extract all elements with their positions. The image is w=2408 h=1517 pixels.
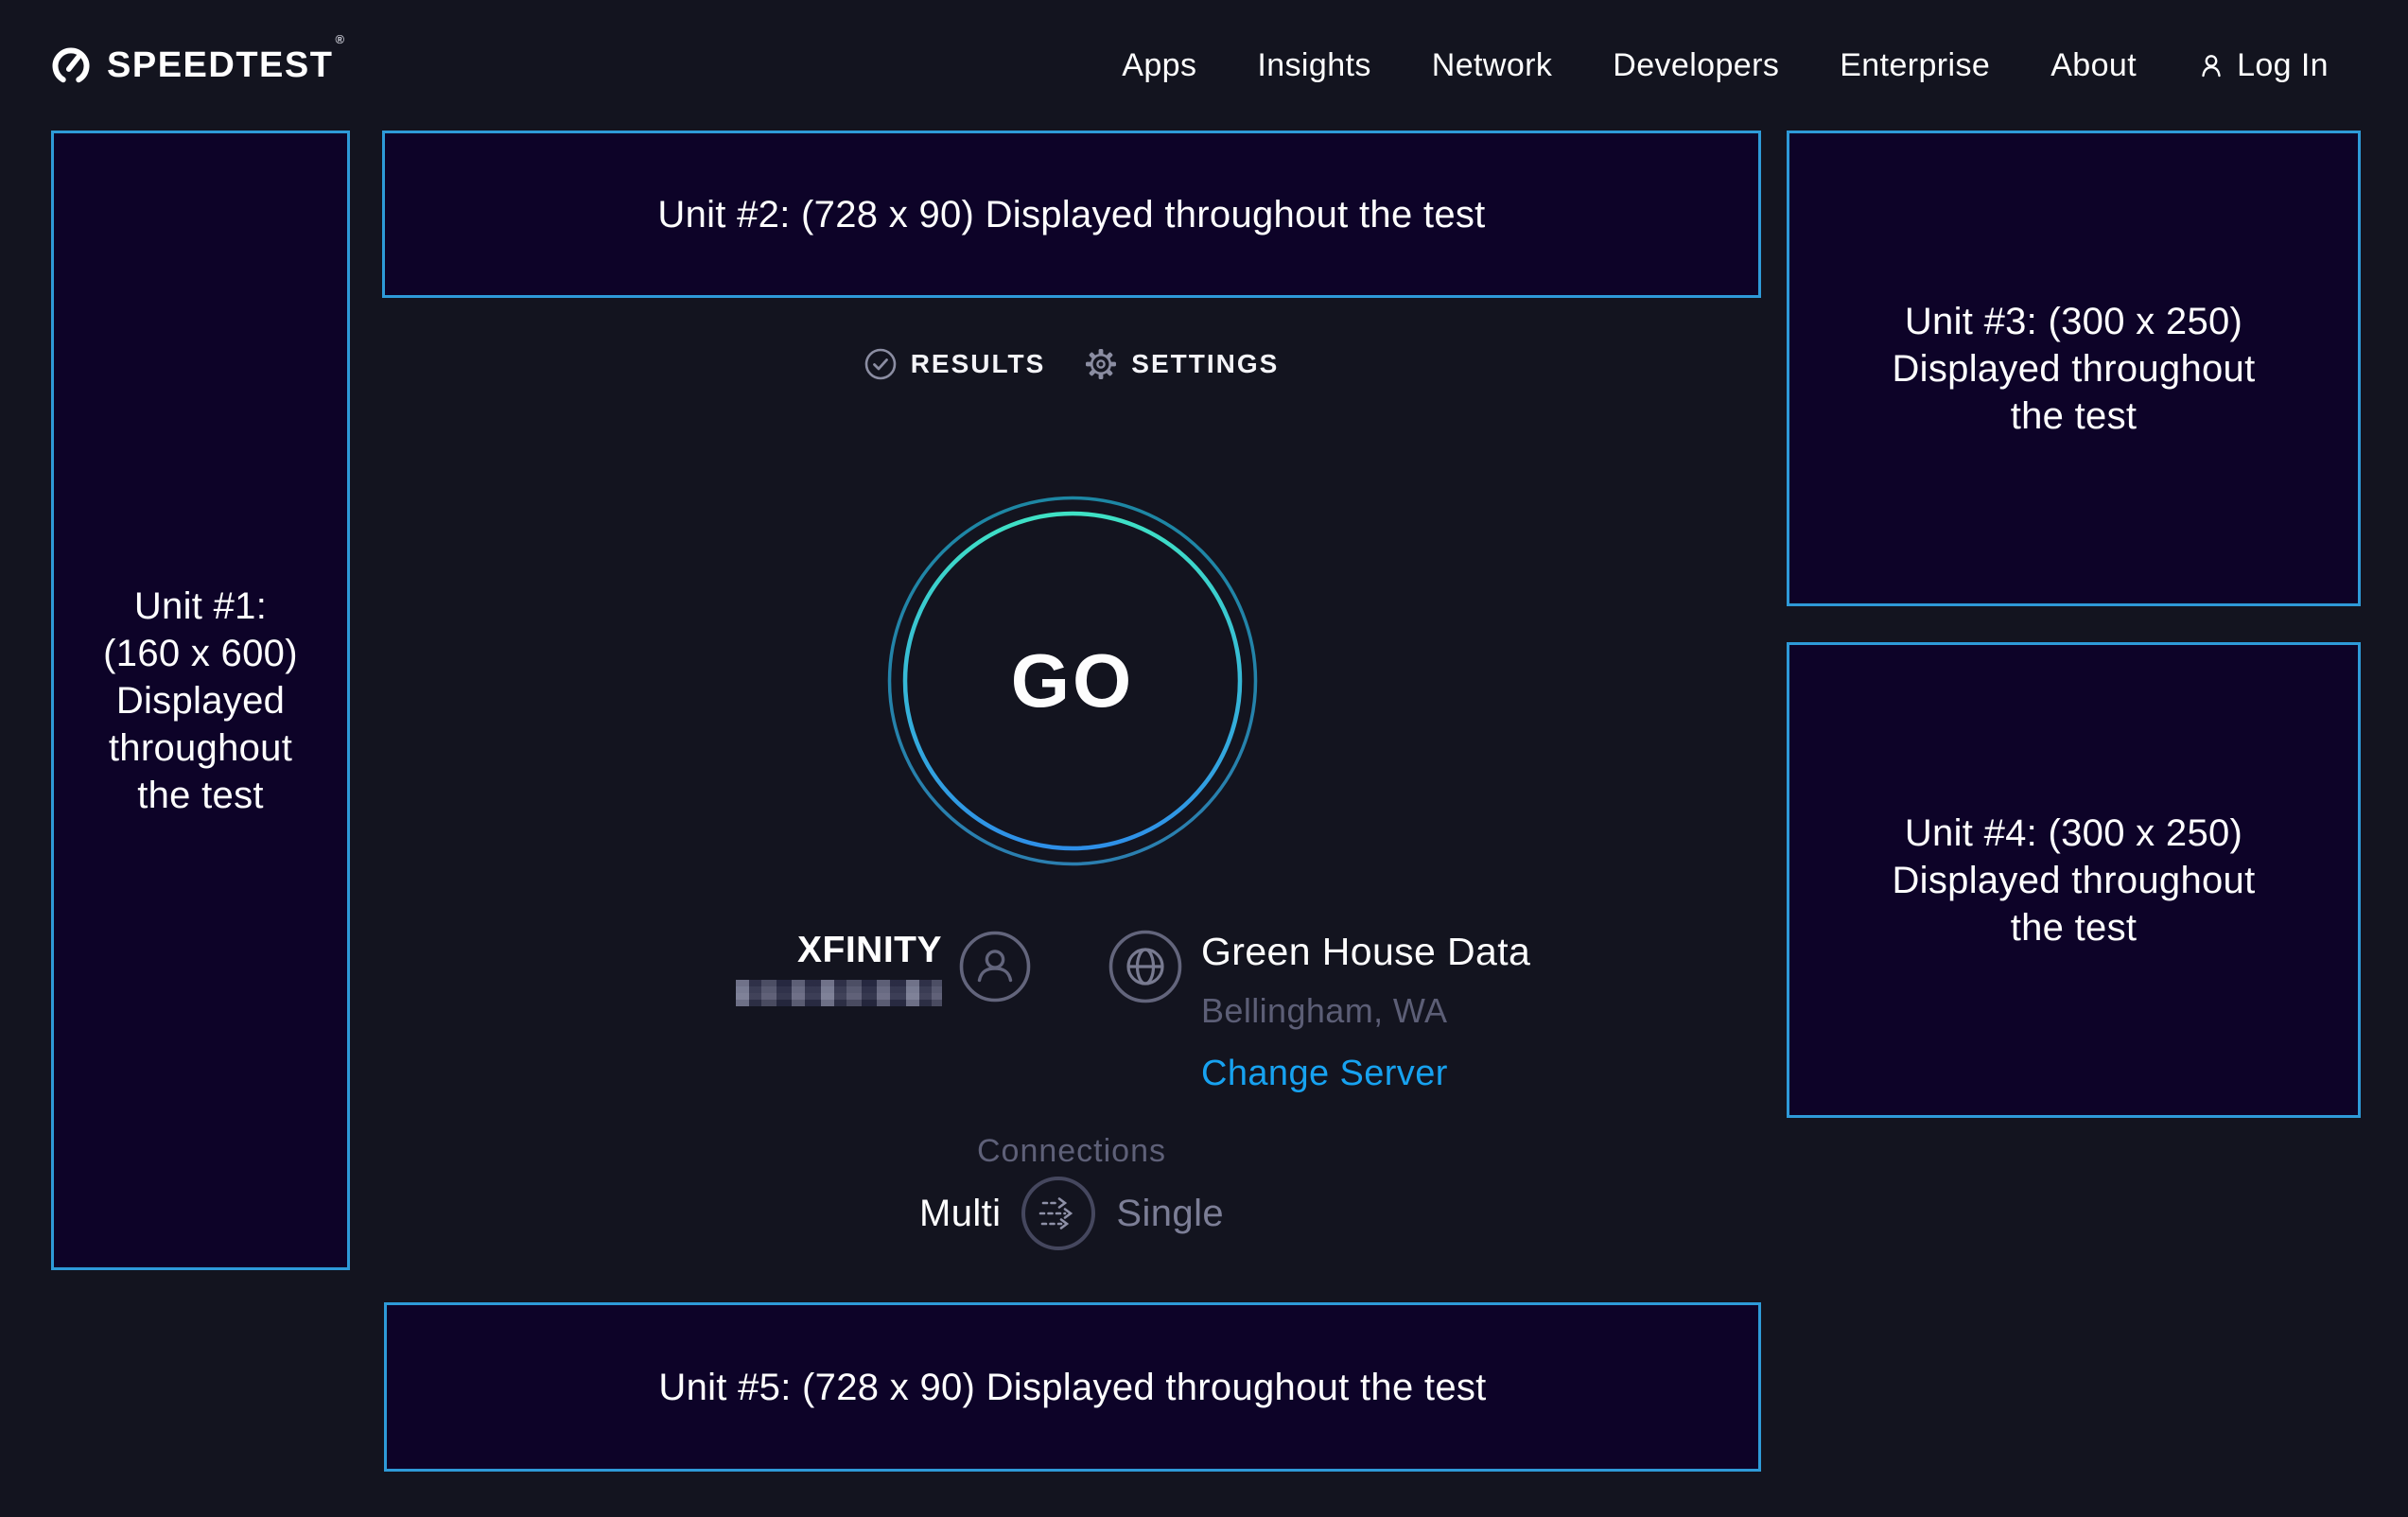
ad-unit-4-text: Unit #4: (300 x 250) Displayed throughou…: [1892, 810, 2255, 951]
connection-mode-toggle[interactable]: [1021, 1177, 1095, 1250]
check-circle-icon: [864, 348, 897, 380]
server-name[interactable]: Green House Data: [1201, 932, 1530, 971]
nav-menu: Apps Insights Network Developers Enterpr…: [1122, 47, 2329, 84]
tab-results-label: RESULTS: [911, 349, 1046, 379]
isp-info[interactable]: XFINITY: [530, 932, 942, 1011]
multi-arrows-circle-icon: [1037, 1194, 1080, 1233]
trademark-symbol: ®: [335, 32, 345, 46]
speedtest-logo[interactable]: SPEEDTEST®: [50, 44, 344, 86]
ad-unit-3[interactable]: Unit #3: (300 x 250) Displayed throughou…: [1787, 131, 2361, 606]
server-location: Bellingham, WA: [1201, 991, 1530, 1031]
globe-circle-icon[interactable]: [1108, 930, 1182, 1003]
person-circle-icon[interactable]: [959, 931, 1031, 1003]
person-icon: [2197, 51, 2225, 79]
ad-unit-2[interactable]: Unit #2: (728 x 90) Displayed throughout…: [382, 131, 1761, 298]
nav-item-apps[interactable]: Apps: [1122, 47, 1196, 84]
ad-unit-1[interactable]: Unit #1: (160 x 600) Displayed throughou…: [51, 131, 350, 1270]
nav-item-insights[interactable]: Insights: [1257, 47, 1370, 84]
change-server-link[interactable]: Change Server: [1201, 1054, 1448, 1094]
ad-unit-2-text: Unit #2: (728 x 90) Displayed throughout…: [657, 191, 1485, 238]
login-label: Log In: [2237, 47, 2329, 84]
nav-item-network[interactable]: Network: [1432, 47, 1553, 84]
go-button-label: GO: [887, 496, 1258, 866]
connections-multi-option[interactable]: Multi: [919, 1193, 1001, 1235]
nav-item-enterprise[interactable]: Enterprise: [1840, 47, 1990, 84]
go-button[interactable]: GO: [887, 496, 1258, 866]
ad-unit-5-text: Unit #5: (728 x 90) Displayed throughout…: [658, 1364, 1486, 1411]
connections-single-option[interactable]: Single: [1116, 1193, 1224, 1235]
login-button[interactable]: Log In: [2197, 47, 2329, 84]
tab-settings-label: SETTINGS: [1131, 349, 1279, 379]
ad-unit-5[interactable]: Unit #5: (728 x 90) Displayed throughout…: [384, 1302, 1761, 1472]
connections-toggle-row: Multi Single: [382, 1177, 1761, 1250]
top-nav-bar: SPEEDTEST® Apps Insights Network Develop…: [0, 0, 2408, 131]
ad-unit-3-text: Unit #3: (300 x 250) Displayed throughou…: [1892, 298, 2255, 440]
nav-item-about[interactable]: About: [2050, 47, 2137, 84]
tab-bar: RESULTS: [382, 348, 1761, 380]
gear-icon: [1085, 348, 1117, 380]
connections-label: Connections: [382, 1133, 1761, 1170]
tab-settings[interactable]: SETTINGS: [1085, 348, 1279, 380]
logo-wordmark: SPEEDTEST®: [107, 45, 344, 86]
server-info: Green House Data Bellingham, WA Change S…: [1201, 932, 1530, 1094]
isp-detail-redacted: [736, 980, 942, 1006]
tab-results[interactable]: RESULTS: [864, 348, 1046, 380]
isp-name: XFINITY: [530, 932, 942, 968]
ad-unit-1-text: Unit #1: (160 x 600) Displayed throughou…: [103, 583, 298, 819]
ad-unit-4[interactable]: Unit #4: (300 x 250) Displayed throughou…: [1787, 642, 2361, 1118]
speedtest-page: SPEEDTEST® Apps Insights Network Develop…: [0, 0, 2408, 1517]
speedtest-gauge-icon: [50, 44, 92, 86]
nav-item-developers[interactable]: Developers: [1613, 47, 1779, 84]
